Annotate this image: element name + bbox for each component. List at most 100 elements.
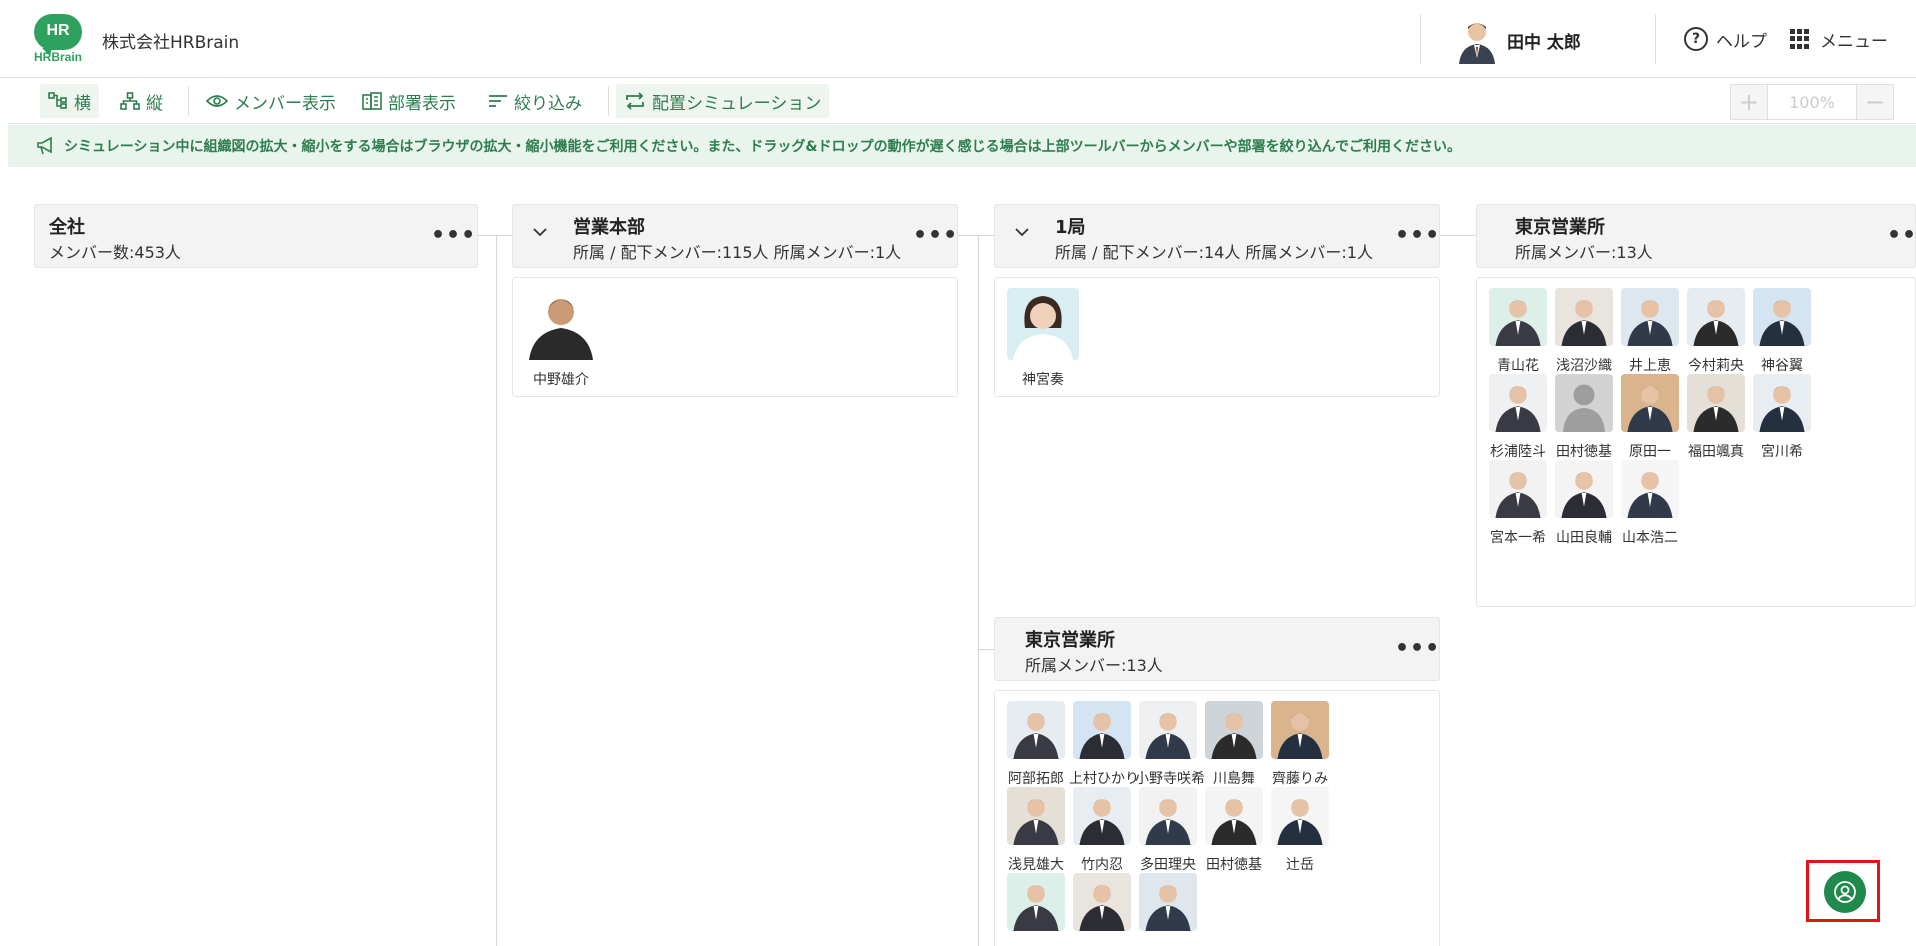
- member-photo: [1205, 701, 1263, 759]
- member-photo: [1205, 787, 1263, 845]
- zoom-out-button[interactable]: −: [1857, 85, 1893, 119]
- member-name: 齊藤りみ: [1272, 771, 1328, 787]
- member-card[interactable]: 阿部拓郎: [1003, 701, 1069, 788]
- member-card[interactable]: 今村莉央: [1683, 288, 1749, 375]
- user-name: 田中 太郎: [1507, 33, 1581, 53]
- member-name: 宮本一希: [1490, 530, 1546, 546]
- member-name: 宮川希: [1761, 444, 1803, 460]
- logo-mark: HR: [34, 14, 82, 56]
- horizontal-layout-button[interactable]: 横: [40, 84, 99, 118]
- user-circle-button[interactable]: [1824, 871, 1866, 913]
- hrbrain-logo[interactable]: HR HRBrain: [34, 14, 84, 64]
- member-photo: [1271, 701, 1329, 759]
- org-node-company[interactable]: 全社 メンバー数:453人 •••: [34, 204, 478, 268]
- member-photo: [1073, 873, 1131, 931]
- member-photo: [1753, 288, 1811, 346]
- member-name: 浅沼沙織: [1556, 358, 1612, 374]
- member-card[interactable]: 中野雄介: [521, 288, 601, 389]
- member-card[interactable]: 山本浩二: [1617, 460, 1683, 547]
- member-card[interactable]: 川島舞: [1201, 701, 1267, 788]
- grid-menu-icon: [1790, 29, 1810, 49]
- node-title: 東京営業所: [1515, 217, 1605, 238]
- more-options-button[interactable]: •••: [1395, 223, 1440, 248]
- member-view-button[interactable]: メンバー表示: [206, 84, 336, 118]
- member-photo: [1489, 288, 1547, 346]
- member-card[interactable]: 多田理央: [1135, 787, 1201, 874]
- member-photo: [1555, 460, 1613, 518]
- member-card[interactable]: 辻岳: [1267, 787, 1333, 874]
- chevron-down-icon[interactable]: [533, 225, 547, 239]
- member-card[interactable]: [1003, 873, 1069, 940]
- member-card[interactable]: 福田颯真: [1683, 374, 1749, 461]
- member-card[interactable]: 神宮奏: [1003, 288, 1083, 389]
- member-card[interactable]: 杉浦陸斗: [1485, 374, 1551, 461]
- filter-button[interactable]: 絞り込み: [488, 84, 582, 118]
- org-node-tokyo-office[interactable]: 東京営業所 所属メンバー:13人 •••: [1476, 204, 1916, 268]
- zoom-in-button[interactable]: +: [1731, 85, 1767, 119]
- more-options-button[interactable]: •••: [1395, 636, 1440, 661]
- member-card[interactable]: 竹内忍: [1069, 787, 1135, 874]
- member-card[interactable]: [1069, 873, 1135, 940]
- member-photo: [1139, 873, 1197, 931]
- member-name: 小野寺咲希: [1135, 771, 1205, 787]
- member-photo: [1271, 787, 1329, 845]
- member-card[interactable]: 山田良輔: [1551, 460, 1617, 547]
- member-card[interactable]: 齊藤りみ: [1267, 701, 1333, 788]
- member-card[interactable]: [1135, 873, 1201, 940]
- member-card[interactable]: 田村徳基: [1551, 374, 1617, 461]
- highlighted-user-fab: [1806, 860, 1880, 922]
- placement-simulation-button[interactable]: 配置シミュレーション: [616, 84, 830, 118]
- swap-arrows-icon: [626, 92, 644, 110]
- menu-button[interactable]: メニュー: [1790, 26, 1888, 52]
- more-options-button[interactable]: •••: [1887, 223, 1916, 248]
- member-card[interactable]: 小野寺咲希: [1135, 701, 1205, 788]
- member-name: 阿部拓郎: [1008, 771, 1064, 787]
- member-photo: [1007, 701, 1065, 759]
- org-node-bureau1[interactable]: 1局 所属 / 配下メンバー:14人 所属メンバー:1人 •••: [994, 204, 1440, 268]
- member-name: 神谷翼: [1761, 358, 1803, 374]
- member-card[interactable]: 井上恵: [1617, 288, 1683, 375]
- org-chart-canvas[interactable]: 全社 メンバー数:453人 ••• 営業本部 所属 / 配下メンバー:115人 …: [8, 167, 1916, 946]
- company-name: 株式会社HRBrain: [102, 33, 240, 53]
- member-name: 福田颯真: [1688, 444, 1744, 460]
- member-card[interactable]: 浅見雄大: [1003, 787, 1069, 874]
- member-card[interactable]: 原田一: [1617, 374, 1683, 461]
- member-name: 神宮奏: [1022, 372, 1064, 388]
- member-photo: [1555, 288, 1613, 346]
- dept-view-button[interactable]: 部署表示: [362, 84, 456, 118]
- vertical-layout-button[interactable]: 縦: [120, 84, 163, 118]
- member-card[interactable]: 上村ひかり: [1069, 701, 1139, 788]
- header-divider: [1655, 14, 1656, 64]
- dept-view-label: 部署表示: [388, 93, 456, 114]
- member-card[interactable]: 青山花: [1485, 288, 1551, 375]
- member-card[interactable]: 浅沼沙織: [1551, 288, 1617, 375]
- org-node-sales-hq[interactable]: 営業本部 所属 / 配下メンバー:115人 所属メンバー:1人 •••: [512, 204, 958, 268]
- member-list: 神宮奏: [994, 277, 1440, 397]
- node-title: 全社: [49, 217, 85, 238]
- member-photo: [1007, 288, 1079, 360]
- chevron-down-icon[interactable]: [1015, 225, 1029, 239]
- member-card[interactable]: 神谷翼: [1749, 288, 1815, 375]
- member-name: 田村徳基: [1206, 857, 1262, 873]
- help-button[interactable]: ? ヘルプ: [1684, 26, 1767, 52]
- more-options-button[interactable]: •••: [913, 223, 958, 248]
- member-view-label: メンバー表示: [234, 93, 336, 114]
- member-card[interactable]: 田村徳基: [1201, 787, 1267, 874]
- member-photo: [1687, 374, 1745, 432]
- member-card[interactable]: 宮川希: [1749, 374, 1815, 461]
- vertical-tree-icon: [120, 92, 140, 110]
- node-member-count: 所属メンバー:13人: [1515, 243, 1653, 262]
- member-name: 竹内忍: [1081, 857, 1123, 873]
- filter-label: 絞り込み: [514, 93, 582, 114]
- node-member-count: 所属メンバー:13人: [1025, 656, 1163, 675]
- member-name: 中野雄介: [533, 372, 589, 388]
- user-menu[interactable]: 田中 太郎: [1420, 14, 1656, 64]
- more-options-button[interactable]: •••: [431, 223, 476, 248]
- horizontal-label: 横: [74, 93, 91, 114]
- member-photo: [1687, 288, 1745, 346]
- org-node-tokyo-office[interactable]: 東京営業所 所属メンバー:13人 •••: [994, 617, 1440, 681]
- member-card[interactable]: 宮本一希: [1485, 460, 1551, 547]
- node-title: 営業本部: [573, 217, 645, 238]
- toolbar: 横 縦 メンバー表示 部署表示 絞り込み 配置シミュレーション + 100% −: [8, 78, 1916, 124]
- member-photo: [1007, 787, 1065, 845]
